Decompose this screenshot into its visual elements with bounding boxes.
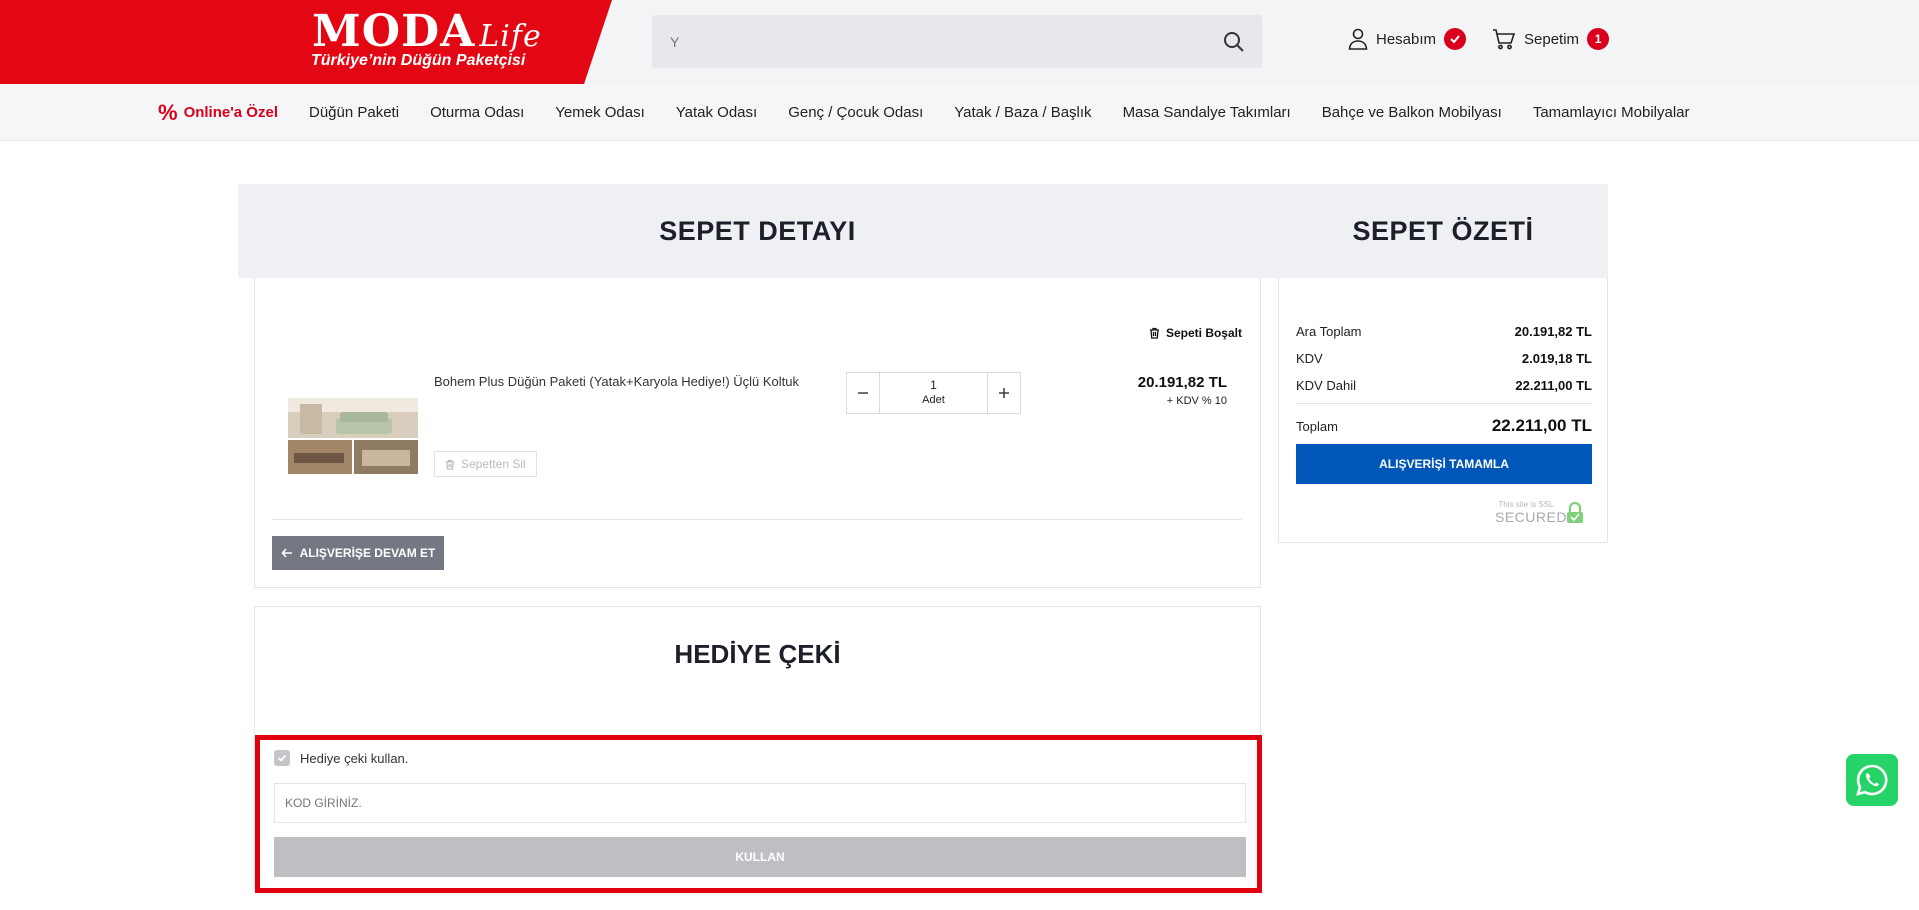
minus-icon	[858, 392, 868, 394]
account-link[interactable]: Hesabım	[1348, 28, 1467, 50]
account-label: Hesabım	[1376, 30, 1437, 48]
search-bar	[652, 15, 1262, 68]
cart-detail-panel: Sepeti Boşalt Bohem Plus Düğün Paketi (Y…	[254, 278, 1261, 588]
site-header: MODALife Türkiye’nin Düğün Paketçisi Hes…	[0, 0, 1919, 84]
search-input[interactable]	[652, 15, 1172, 68]
vat-included-value: 22.211,00 TL	[1515, 378, 1592, 393]
continue-shopping-label: ALIŞVERİŞE DEVAM ET	[299, 546, 436, 560]
subtotal-value: 20.191,82 TL	[1514, 324, 1592, 339]
ssl-small-text: This site is SSL	[1498, 500, 1554, 509]
check-icon	[1450, 35, 1460, 44]
nav-item-table-chair-sets[interactable]: Masa Sandalye Takımları	[1123, 104, 1291, 121]
voucher-code-input[interactable]	[274, 783, 1246, 823]
plus-icon	[999, 388, 1009, 398]
use-gift-voucher-label: Hediye çeki kullan.	[300, 750, 409, 766]
quantity-stepper: 1 Adet	[846, 372, 1021, 414]
nav-item-garden-balcony[interactable]: Bahçe ve Balkon Mobilyası	[1322, 104, 1502, 121]
section-header-band: SEPET DETAYI SEPET ÖZETİ	[238, 184, 1608, 278]
cart-divider	[272, 519, 1242, 520]
summary-row-total: Toplam 22.211,00 TL	[1296, 416, 1592, 436]
empty-cart-label: Sepeti Boşalt	[1165, 326, 1242, 340]
remove-from-cart-button[interactable]: Sepetten Sil	[434, 451, 537, 477]
cart-count-badge: 1	[1587, 28, 1610, 50]
arrow-left-icon	[281, 548, 292, 558]
cart-link[interactable]: Sepetim 1	[1492, 28, 1610, 50]
subtotal-label: Ara Toplam	[1296, 324, 1362, 339]
cart-icon	[1493, 29, 1516, 50]
quantity-value: 1	[930, 378, 937, 392]
use-voucher-button[interactable]: KULLAN	[274, 837, 1246, 877]
checkbox[interactable]	[274, 750, 290, 766]
vat-label: KDV	[1296, 351, 1323, 366]
summary-row-vat-included: KDV Dahil 22.211,00 TL	[1296, 378, 1592, 393]
logo-main-text: MODA	[312, 6, 476, 57]
quantity-field[interactable]: 1 Adet	[879, 373, 988, 413]
gift-voucher-panel: HEDİYE ÇEKİ Hediye çeki kullan. KULLAN	[254, 606, 1262, 893]
nav-item-bed-base-headboard[interactable]: Yatak / Baza / Başlık	[954, 104, 1091, 121]
summary-row-subtotal: Ara Toplam 20.191,82 TL	[1296, 324, 1592, 339]
nav-item-complementary[interactable]: Tamamlayıcı Mobilyalar	[1533, 104, 1690, 121]
site-logo[interactable]: MODA Life Türkiye’nin Düğün Paketçisi	[0, 0, 612, 84]
logo-tagline: Türkiye’nin Düğün Paketçisi	[311, 52, 526, 69]
vat-included-label: KDV Dahil	[1296, 378, 1356, 393]
user-icon	[1348, 28, 1368, 50]
cart-summary-panel: Ara Toplam 20.191,82 TL KDV 2.019,18 TL …	[1278, 278, 1608, 543]
cart-summary-title: SEPET ÖZETİ	[1352, 215, 1534, 246]
account-check-badge	[1444, 28, 1467, 50]
use-gift-voucher-checkbox[interactable]: Hediye çeki kullan.	[274, 750, 408, 766]
nav-item-living-room[interactable]: Oturma Odası	[430, 104, 524, 121]
whatsapp-chat-button[interactable]	[1846, 754, 1898, 806]
decrease-quantity-button[interactable]	[847, 373, 879, 413]
product-vat-note: + KDV % 10	[1166, 395, 1227, 407]
search-icon[interactable]	[1222, 30, 1246, 54]
gift-voucher-title: HEDİYE ÇEKİ	[674, 639, 841, 669]
percent-icon: %	[158, 99, 178, 125]
product-image[interactable]	[288, 398, 418, 474]
nav-item-label: Online'a Özel	[183, 104, 278, 121]
cart-label: Sepetim	[1524, 30, 1580, 48]
main-nav: % Online'a Özel Düğün Paketi Oturma Odas…	[0, 84, 1919, 141]
product-name[interactable]: Bohem Plus Düğün Paketi (Yatak+Karyola H…	[434, 372, 804, 391]
vat-value: 2.019,18 TL	[1521, 351, 1592, 366]
check-icon	[277, 754, 287, 762]
whatsapp-icon	[1856, 764, 1888, 796]
cart-detail-title: SEPET DETAYI	[659, 215, 856, 246]
total-value: 22.211,00 TL	[1491, 416, 1592, 435]
summary-divider	[1296, 403, 1592, 404]
nav-item-bedroom[interactable]: Yatak Odası	[676, 104, 757, 121]
trash-icon	[1149, 327, 1159, 339]
lock-icon	[1567, 502, 1583, 523]
nav-item-kids-room[interactable]: Genç / Çocuk Odası	[788, 104, 923, 121]
quantity-unit: Adet	[922, 394, 945, 406]
remove-label: Sepetten Sil	[461, 457, 526, 471]
logo-script-text: Life	[479, 19, 542, 54]
increase-quantity-button[interactable]	[988, 373, 1020, 413]
gift-voucher-highlight: Hediye çeki kullan. KULLAN	[255, 735, 1262, 893]
checkout-button[interactable]: ALIŞVERİŞİ TAMAMLA	[1296, 444, 1592, 484]
total-label: Toplam	[1296, 418, 1338, 434]
ssl-big-text: SECURED	[1495, 509, 1567, 525]
nav-item-dining-room[interactable]: Yemek Odası	[555, 104, 645, 121]
nav-item-online-special[interactable]: % Online'a Özel	[158, 100, 278, 126]
nav-item-wedding-package[interactable]: Düğün Paketi	[309, 104, 399, 121]
empty-cart-button[interactable]: Sepeti Boşalt	[1149, 326, 1242, 340]
product-price: 20.191,82 TL	[1137, 374, 1227, 391]
ssl-secured-badge: This site is SSL SECURED	[1495, 500, 1583, 525]
trash-icon	[445, 459, 455, 470]
summary-row-vat: KDV 2.019,18 TL	[1296, 351, 1592, 366]
continue-shopping-button[interactable]: ALIŞVERİŞE DEVAM ET	[272, 536, 444, 570]
